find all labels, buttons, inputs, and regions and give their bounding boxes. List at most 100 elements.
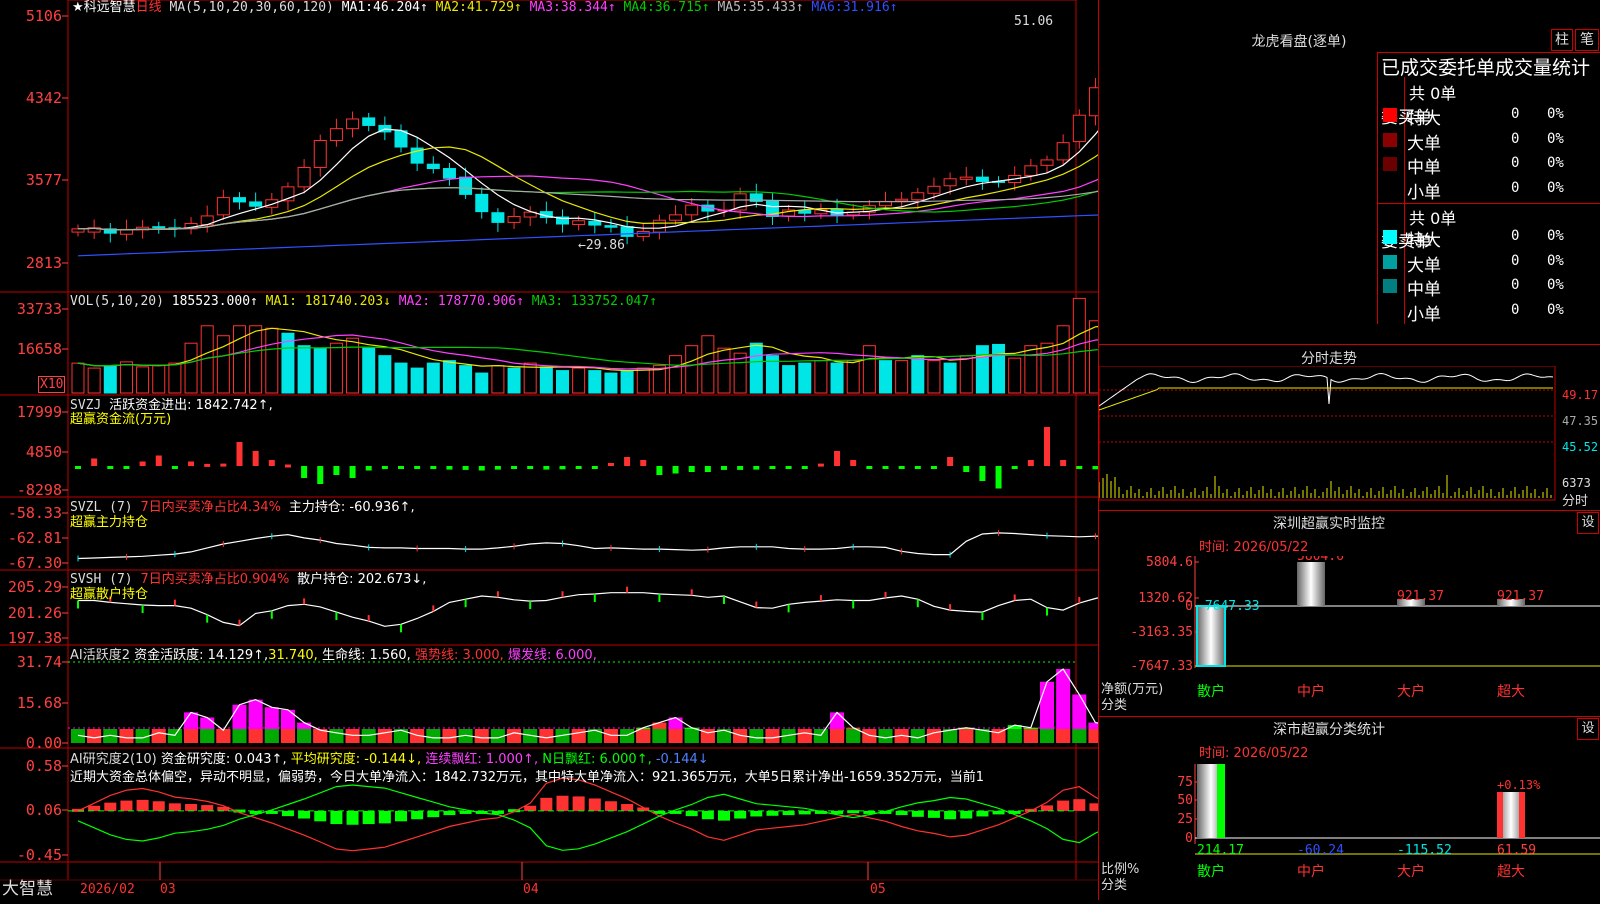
ai2-base-bar [426, 729, 441, 743]
svzj-bar [462, 466, 469, 470]
volume-bar [71, 362, 85, 394]
sell-row-name: 大单 [1407, 255, 1441, 276]
main-axis-tick-label: 2813 [26, 254, 62, 272]
fenshi-axis-1: 49.17 [1562, 388, 1599, 402]
svzj-bar [640, 459, 647, 466]
category-label: 中户 [1297, 683, 1325, 700]
ai2-base-bar [232, 729, 247, 743]
ai2-base-bar [684, 729, 699, 743]
volume-bar [879, 360, 892, 394]
svzj-bar [930, 466, 937, 469]
volume-bar [265, 327, 279, 394]
svzj-bar [898, 466, 905, 469]
ma6-value: 31.916↑ [842, 0, 898, 15]
svzj-bar [721, 466, 727, 470]
svzj-bar [543, 466, 550, 470]
volume-bar [798, 362, 812, 394]
air-bar [120, 800, 133, 811]
svzj-bar [979, 466, 986, 482]
svzj-bar [107, 466, 114, 469]
ai2-base-bar [1072, 729, 1087, 743]
volume-bar [814, 360, 828, 394]
fenshi-axis-2: 47.35 [1562, 414, 1599, 428]
vol-axis-tick-label: 16658 [17, 340, 62, 358]
ai2-base-bar [571, 729, 586, 743]
svzl-line [77, 532, 1144, 560]
buy-row-count: 0 [1511, 106, 1520, 122]
candle [297, 166, 311, 188]
volume-bar [620, 370, 634, 394]
ai2-base-bar [167, 729, 182, 743]
svzj-bar [333, 466, 340, 476]
candle [588, 220, 602, 226]
candle [669, 214, 683, 221]
lhb-tick-button[interactable]: 笔 [1575, 29, 1599, 51]
svzj-bar [446, 466, 453, 470]
volume-bar [669, 355, 683, 394]
air-bar [927, 810, 940, 818]
period-label: 日线 [135, 0, 162, 15]
bar-axis-label: 0 [1185, 599, 1193, 614]
volume-bar [911, 355, 925, 394]
candle [426, 163, 440, 170]
ai2-base-bar [765, 729, 780, 743]
air-bar [1073, 799, 1086, 811]
sz-class-chart[interactable]: 75 50 25 0 214.17 -60.24 -115.52 61.59 散户 中户 大户 超大 +… [1099, 764, 1600, 900]
kline-panel[interactable]: 5106 4342 3577 2813 33733 16658 17999 4850 -8298… [0, 0, 1151, 900]
volume-bar [87, 367, 101, 394]
candle [652, 219, 666, 233]
bar-value-label: -115.52 [1397, 843, 1452, 858]
ai2-base-bar [507, 729, 522, 743]
ai2-base-bar [377, 729, 392, 743]
ai2-base-bar [878, 729, 893, 743]
vol-header: VOL(5,10,20) 185523.000↑ MA1: 181740.203… [70, 294, 658, 309]
sz-monitor-settings-button[interactable]: 设 [1577, 512, 1599, 534]
volume-bar [249, 325, 263, 394]
sell-row-count: 0 [1511, 277, 1520, 293]
sz-monitor-chart[interactable]: 5804.61320.620-3163.35-7647.33-7647.3358… [1099, 556, 1600, 716]
category-label: 超大 [1497, 864, 1525, 880]
svzj-axis-tick-label: 17999 [17, 403, 62, 421]
ai2-base-bar [248, 729, 263, 743]
buy-color-swatch [1383, 181, 1397, 196]
candle [1040, 159, 1054, 166]
bar-value-label: 5804.6 [1297, 556, 1344, 564]
date-label-may: 05 [870, 882, 886, 897]
ai2-base-bar [1007, 729, 1022, 743]
svzj-bar [656, 466, 663, 476]
ai2-base-bar [329, 729, 344, 743]
volume-bar [539, 366, 553, 394]
svzj-bar [801, 466, 808, 469]
air-bar [685, 810, 698, 817]
fenshi-axis-3: 45.52 [1562, 440, 1599, 454]
vol-unit[interactable]: X10 [38, 376, 66, 393]
buy-color-swatch [1383, 157, 1397, 171]
sell-row-percent: 0% [1547, 301, 1564, 318]
air-bar [185, 804, 198, 811]
candle [1088, 87, 1102, 117]
volume-bar [782, 365, 796, 394]
svzj-bar [1027, 459, 1034, 466]
candle [1056, 142, 1070, 161]
svzj-bar [75, 466, 81, 469]
svzj-bar [365, 466, 372, 471]
buy-row-percent: 0% [1547, 106, 1564, 122]
sell-color-swatch [1383, 279, 1397, 293]
sell-row-name: 中单 [1407, 280, 1441, 300]
ma2-label: MA2: [435, 0, 467, 15]
svzj-bar [527, 466, 534, 470]
candle [975, 176, 989, 182]
fenshi-frame [1099, 366, 1556, 501]
svzj-bar [301, 466, 308, 479]
buy-color-swatch [1383, 132, 1397, 147]
bar-percent-label: +0.13% [1497, 778, 1541, 792]
air-bar [1089, 803, 1102, 811]
ai2-base-bar [539, 729, 554, 743]
volume-bar [1088, 320, 1102, 394]
sz-class-settings-button[interactable]: 设 [1577, 718, 1599, 740]
lhb-bar-button[interactable]: 柱 [1551, 29, 1573, 51]
fenshi-chart[interactable] [1099, 366, 1600, 510]
sell-color-swatch [1383, 230, 1397, 244]
buy-row-count: 0 [1511, 179, 1520, 196]
candle [798, 210, 812, 214]
